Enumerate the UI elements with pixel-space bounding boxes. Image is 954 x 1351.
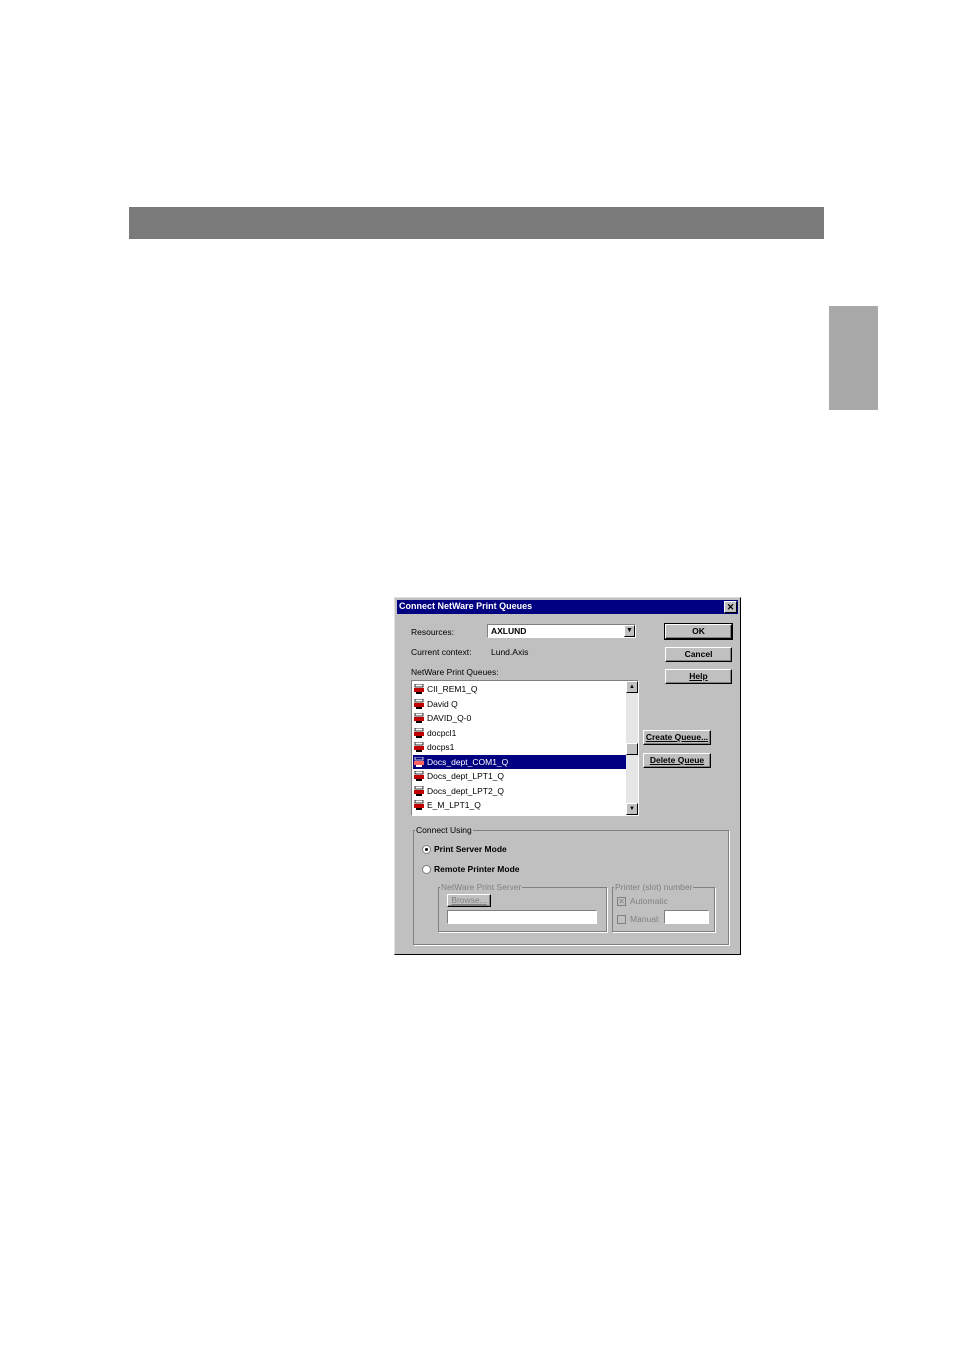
queue-name: Docs_dept_LPT1_Q	[427, 771, 505, 781]
manual-slot-input[interactable]	[664, 910, 709, 924]
manual-label: Manual:	[630, 914, 661, 924]
queue-list-item[interactable]: Docs_dept_LPT1_Q	[413, 769, 626, 783]
queue-name: docps1	[427, 742, 455, 752]
connect-using-label: Connect Using	[415, 825, 473, 835]
page-header-bar	[129, 207, 824, 239]
create-queue-button[interactable]: Create Queue...	[643, 730, 711, 745]
queue-name: E_M_LPT1_Q	[427, 800, 481, 810]
queue-list-item[interactable]: E_M_LPT1_Q	[413, 798, 626, 812]
print-queue-icon	[414, 713, 424, 723]
print-queue-icon	[414, 756, 424, 767]
queue-name: Docs_dept_LPT2_Q	[427, 785, 505, 796]
resources-label: Resources:	[411, 627, 454, 637]
scroll-up-icon[interactable]: ▲	[626, 681, 638, 693]
connect-netware-print-queues-dialog: Connect NetWare Print Queues ✕ Resources…	[394, 597, 741, 955]
print-server-mode-radio[interactable]	[422, 845, 431, 854]
manual-checkbox[interactable]	[617, 915, 626, 924]
scroll-down-icon[interactable]: ▼	[626, 803, 638, 815]
resources-dropdown[interactable]: AXLUND ▼	[487, 624, 636, 638]
queue-name: docpcl1	[427, 727, 457, 738]
scroll-thumb[interactable]	[626, 743, 638, 755]
cancel-button[interactable]: Cancel	[665, 647, 732, 662]
remote-printer-mode-label[interactable]: Remote Printer Mode	[434, 864, 520, 874]
dialog-title: Connect NetWare Print Queues	[399, 601, 533, 611]
queue-list-item[interactable]: docps1	[413, 740, 626, 754]
print-queue-icon	[414, 800, 424, 810]
dialog-title-bar[interactable]: Connect NetWare Print Queues ✕	[397, 600, 738, 614]
print-server-input[interactable]	[447, 910, 597, 924]
print-queue-icon	[414, 698, 424, 709]
printer-slot-label: Printer (slot) number	[614, 882, 694, 892]
chapter-thumb-tab	[829, 306, 878, 410]
print-queue-icon	[414, 785, 424, 796]
queue-name: Docs_dept_COM1_Q	[427, 756, 509, 767]
remote-printer-mode-radio[interactable]	[422, 865, 431, 874]
netware-print-server-label: NetWare Print Server	[440, 882, 523, 892]
print-queue-icon	[414, 684, 424, 694]
queue-list-item[interactable]: David Q	[413, 697, 626, 711]
radio-selected-dot	[425, 848, 428, 851]
print-queue-icon	[414, 771, 424, 781]
current-context-label: Current context:	[411, 647, 472, 657]
current-context-value: Lund.Axis	[491, 647, 529, 657]
browse-button[interactable]: Browse...	[447, 894, 491, 907]
netware-print-server-group: NetWare Print Server Browse...	[438, 882, 607, 932]
queue-name: CII_REM1_Q	[427, 684, 478, 694]
queue-list-item[interactable]: Docs_dept_LPT2_Q	[413, 784, 626, 798]
queue-list-item[interactable]: docpcl1	[413, 726, 626, 740]
close-icon[interactable]: ✕	[724, 601, 737, 613]
queues-label: NetWare Print Queues:	[411, 667, 499, 677]
print-server-mode-label[interactable]: Print Server Mode	[434, 844, 507, 854]
queue-name: David Q	[427, 698, 458, 709]
print-queues-list[interactable]: CII_REM1_Q David Q DAVID_Q-0 docpcl1 docps1 D…	[411, 680, 639, 816]
delete-queue-button[interactable]: Delete Queue	[643, 753, 711, 768]
chevron-down-icon[interactable]: ▼	[624, 625, 635, 637]
help-button[interactable]: Help	[665, 669, 732, 684]
automatic-label: Automatic	[630, 896, 668, 906]
connect-using-group: Connect Using Print Server Mode Remote P…	[413, 825, 729, 945]
queue-list-item[interactable]: DAVID_Q-0	[413, 711, 626, 725]
ok-button[interactable]: OK	[664, 623, 733, 640]
list-scrollbar[interactable]: ▲ ▼	[626, 681, 638, 815]
print-queue-icon	[414, 727, 424, 738]
queue-name: DAVID_Q-0	[427, 713, 472, 723]
automatic-checkbox[interactable]: ✕	[617, 897, 626, 906]
resources-value: AXLUND	[491, 626, 527, 636]
queue-list-item[interactable]: Docs_dept_COM1_Q	[413, 754, 626, 769]
queue-list-item[interactable]: CII_REM1_Q	[413, 682, 626, 696]
printer-slot-group: Printer (slot) number ✕ Automatic Manual…	[612, 882, 715, 932]
print-queue-icon	[414, 742, 424, 752]
